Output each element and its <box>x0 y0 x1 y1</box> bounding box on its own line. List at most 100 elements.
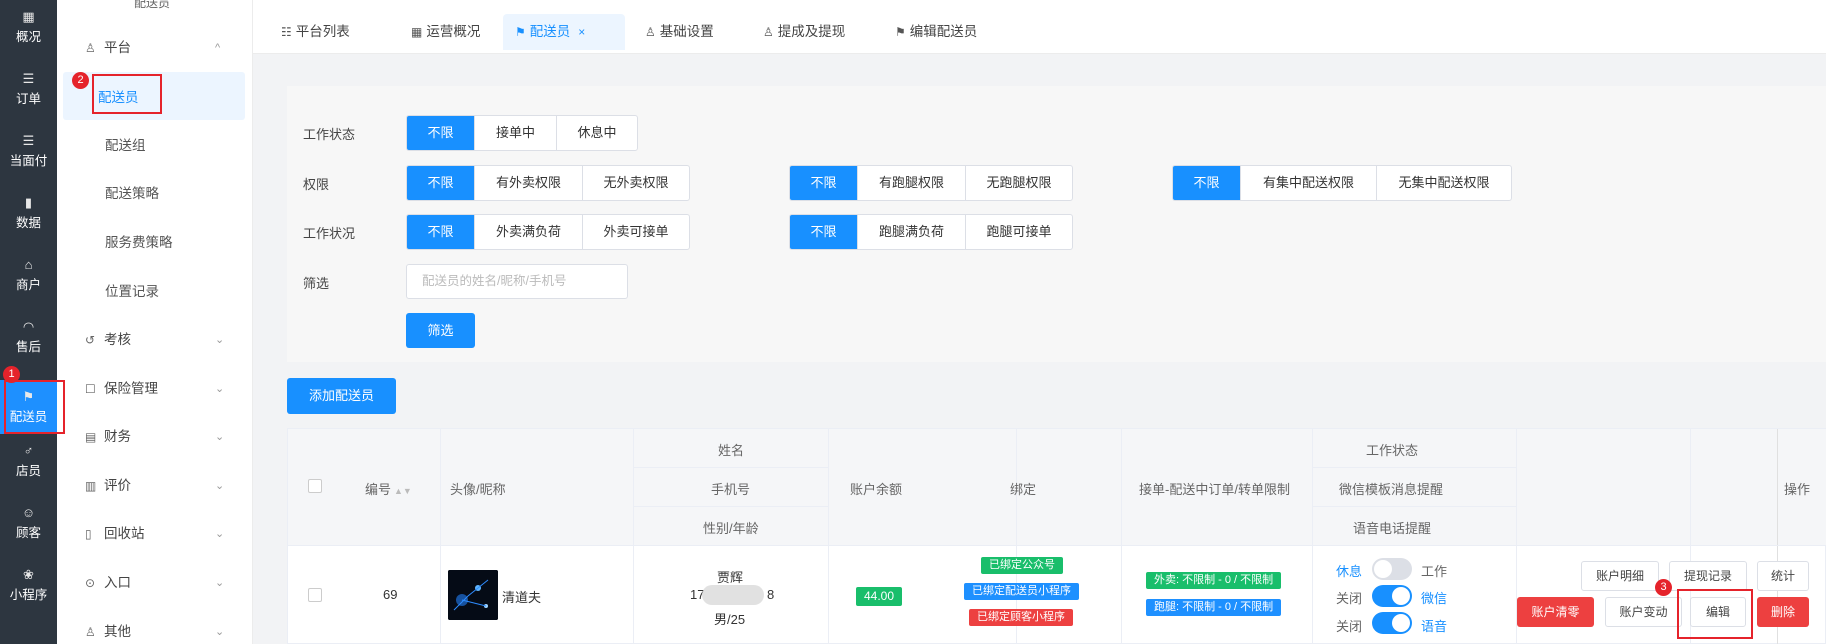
header-binding: 绑定 <box>1010 482 1037 497</box>
sidebar-item-courier-group[interactable]: 配送组 <box>105 136 146 156</box>
tab-courier[interactable]: ⚑ 配送员 × <box>503 14 625 50</box>
sidebar-item-location-log[interactable]: 位置记录 <box>105 282 159 302</box>
rail-item-data[interactable]: ▮ 数据 <box>0 186 57 242</box>
toggle-knob <box>1392 614 1410 632</box>
rail-item-merchant[interactable]: ⌂ 商户 <box>0 248 57 304</box>
filter-option[interactable]: 无集中配送权限 <box>1377 166 1511 200</box>
filter-button[interactable]: 筛选 <box>406 313 475 348</box>
shop-icon: ⌂ <box>24 257 33 272</box>
rail-item-customer[interactable]: ☺ 顾客 <box>0 496 57 552</box>
work-status-toggle[interactable] <box>1372 558 1412 580</box>
filter-option[interactable]: 不限 <box>407 166 475 200</box>
filter-option[interactable]: 外卖可接单 <box>583 215 689 249</box>
annotation-box-2 <box>92 74 162 114</box>
annotation-badge-1: 1 <box>3 366 20 383</box>
redacted-phone <box>702 585 764 605</box>
filter-option[interactable]: 跑腿可接单 <box>966 215 1072 249</box>
sidebar-group-entry[interactable]: ⊙ 入口 ⌄ <box>85 573 285 593</box>
stats-button[interactable]: 统计 <box>1757 561 1809 591</box>
search-input[interactable]: 配送员的姓名/昵称/手机号 <box>406 264 628 299</box>
grid-icon: ▦ <box>411 25 423 39</box>
tab-operations[interactable]: ▦ 运营概况 <box>399 14 492 50</box>
finance-icon: ▤ <box>85 430 97 444</box>
wx-template-toggle[interactable] <box>1372 585 1412 607</box>
sidebar-group-assessment[interactable]: ↺ 考核 ⌄ <box>85 330 285 350</box>
voice-call-toggle[interactable] <box>1372 612 1412 634</box>
permission-errand-segment: 不限 有跑腿权限 无跑腿权限 <box>789 165 1073 201</box>
sidebar-group-insurance[interactable]: ☐ 保险管理 ⌄ <box>85 379 285 399</box>
column-divider <box>1121 429 1122 644</box>
rail-item-staff[interactable]: ♂ 店员 <box>0 434 57 490</box>
column-divider <box>633 429 634 644</box>
entry-icon: ⊙ <box>85 576 96 590</box>
sidebar-top-title: 配送员 <box>134 0 171 10</box>
add-courier-button[interactable]: 添加配送员 <box>287 378 396 414</box>
filter-option[interactable]: 跑腿满负荷 <box>858 215 966 249</box>
sidebar-item-dispatch-strategy[interactable]: 配送策略 <box>105 184 159 204</box>
filter-option[interactable]: 不限 <box>407 215 475 249</box>
rail-label: 概况 <box>15 30 41 44</box>
filter-option[interactable]: 接单中 <box>475 116 557 150</box>
filter-option[interactable]: 休息中 <box>557 116 637 150</box>
withdraw-records-button[interactable]: 提现记录 <box>1669 561 1747 591</box>
header-voice-call: 语音电话提醒 <box>1353 521 1432 536</box>
sidebar-group-review[interactable]: ▥ 评价 ⌄ <box>85 476 285 496</box>
delete-button[interactable]: 删除 <box>1757 597 1809 627</box>
courier-nickname: 清道夫 <box>502 590 542 605</box>
filter-option[interactable]: 有外卖权限 <box>475 166 583 200</box>
filter-option[interactable]: 不限 <box>790 215 858 249</box>
permission-central-segment: 不限 有集中配送权限 无集中配送权限 <box>1172 165 1512 201</box>
sidebar-group-finance[interactable]: ▤ 财务 ⌄ <box>85 427 285 447</box>
header-id[interactable]: 编号 ▲▼ <box>365 479 412 498</box>
document-icon: ▥ <box>85 479 97 493</box>
tab-platform-list[interactable]: ☷ 平台列表 <box>269 14 362 50</box>
filter-option[interactable]: 不限 <box>790 166 858 200</box>
tab-edit-courier[interactable]: ⚑ 编辑配送员 <box>883 14 989 50</box>
select-all-checkbox[interactable] <box>308 479 322 493</box>
filter-option[interactable]: 无跑腿权限 <box>966 166 1072 200</box>
header-name: 姓名 <box>718 443 745 458</box>
binding-badge: 已绑定配送员小程序 <box>964 583 1079 600</box>
rail-item-overview[interactable]: ▦ 概况 <box>0 0 57 56</box>
rail-item-orders[interactable]: ☰ 订单 <box>0 62 57 118</box>
account-detail-button[interactable]: 账户明细 <box>1581 561 1659 591</box>
row-divider <box>1312 506 1516 507</box>
main-rail: ▦ 概况 ☰ 订单 ☰ 当面付 ▮ 数据 ⌂ 商户 ◠ 售后 ⚑ 配送员 ♂ 店 <box>0 0 57 644</box>
close-icon[interactable]: × <box>578 25 585 39</box>
column-divider <box>1312 429 1313 644</box>
tab-basic-settings[interactable]: ♙ 基础设置 <box>633 14 726 50</box>
filter-label-work-condition: 工作状况 <box>303 226 356 241</box>
toggle-left-label: 休息 <box>1336 564 1363 579</box>
sidebar-item-fee-strategy[interactable]: 服务费策略 <box>105 233 173 253</box>
tab-commission[interactable]: ♙ 提成及提现 <box>751 14 857 50</box>
rail-item-miniprogram[interactable]: ❀ 小程序 <box>0 558 57 614</box>
row-checkbox[interactable] <box>308 588 322 602</box>
courier-phone-suffix: 8 <box>767 587 775 602</box>
filter-option[interactable]: 有跑腿权限 <box>858 166 966 200</box>
account-change-button[interactable]: 账户变动 <box>1605 597 1682 627</box>
binding-badge: 已绑定公众号 <box>981 557 1063 574</box>
chevron-down-icon: ⌄ <box>215 383 225 395</box>
filter-option[interactable]: 不限 <box>1173 166 1241 200</box>
sidebar-group-other[interactable]: ♙ 其他 ⌄ <box>85 622 285 642</box>
sort-icon[interactable]: ▲▼ <box>394 486 412 496</box>
filter-option[interactable]: 有集中配送权限 <box>1241 166 1377 200</box>
filter-option[interactable]: 无外卖权限 <box>583 166 689 200</box>
courier-name: 贾辉 <box>717 570 744 585</box>
chevron-down-icon: ⌄ <box>215 626 225 638</box>
row-divider <box>288 545 1826 546</box>
sidebar-group-recycle[interactable]: ▯ 回收站 ⌄ <box>85 524 285 544</box>
rail-item-face-pay[interactable]: ☰ 当面付 <box>0 124 57 180</box>
header-label: 编号 <box>365 482 392 497</box>
sidebar-group-label: 保险管理 <box>104 381 158 396</box>
row-divider <box>633 506 828 507</box>
limit-badge: 外卖: 不限制 - 0 / 不限制 <box>1146 572 1282 589</box>
account-clear-button[interactable]: 账户清零 <box>1517 597 1594 627</box>
header-wx-template: 微信模板消息提醒 <box>1339 482 1444 497</box>
list-icon: ☰ <box>22 71 35 86</box>
rail-item-aftersale[interactable]: ◠ 售后 <box>0 310 57 366</box>
filter-option[interactable]: 外卖满负荷 <box>475 215 583 249</box>
balance-badge: 44.00 <box>856 587 903 606</box>
filter-option[interactable]: 不限 <box>407 116 475 150</box>
toggle-left-label: 关闭 <box>1336 591 1363 606</box>
